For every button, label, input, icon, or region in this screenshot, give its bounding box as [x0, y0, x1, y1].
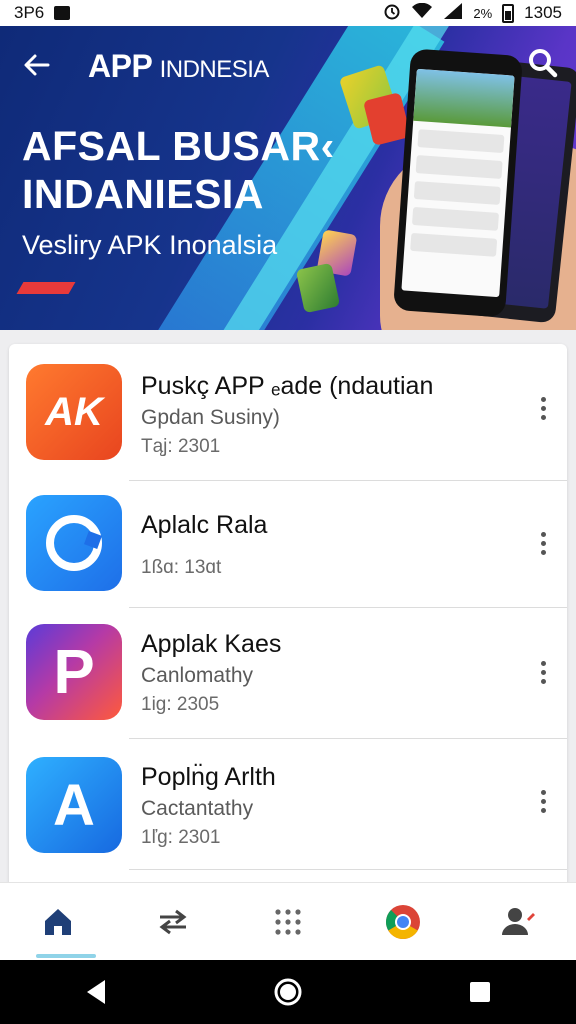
- system-recents-button[interactable]: [455, 967, 505, 1017]
- search-button[interactable]: [526, 46, 560, 80]
- nav-browser[interactable]: [373, 892, 433, 952]
- battery-percent: 2%: [473, 5, 493, 21]
- more-options-button[interactable]: [531, 523, 555, 563]
- nav-profile[interactable]: [488, 892, 548, 952]
- app-subtitle: Gpdan Susiny): [141, 406, 280, 429]
- app-name: Applak Kaes: [141, 630, 282, 658]
- back-button[interactable]: [20, 48, 54, 82]
- more-options-button[interactable]: [531, 652, 555, 692]
- app-name: Puskç APP ₑade (ndautian: [141, 372, 434, 400]
- home-icon: [44, 908, 71, 935]
- alarm-icon: [383, 2, 401, 25]
- more-options-button[interactable]: [531, 781, 555, 821]
- status-time: 1305: [524, 3, 562, 22]
- app-subtitle: Cactantathy: [141, 797, 254, 820]
- list-item[interactable]: A Popln̈g Arlth Cactantathy 1ľg: 2301: [9, 739, 567, 869]
- wifi-icon: [411, 2, 433, 24]
- signal-icon: [443, 2, 463, 25]
- list-item[interactable]: AK Puskç APP ₑade (ndautian Gpdan Susiny…: [9, 344, 567, 480]
- app-icon-label: P: [53, 637, 95, 707]
- system-back-button[interactable]: [71, 967, 121, 1017]
- app-name: Aplalc Rala: [141, 511, 268, 539]
- p-app-icon: P: [26, 624, 122, 720]
- home-circle-icon: [274, 978, 302, 1006]
- a-app-icon: A: [26, 757, 122, 853]
- banner-accent-bar: [16, 282, 76, 294]
- nav-home[interactable]: [28, 892, 88, 952]
- profile-edit-icon: [502, 907, 536, 935]
- active-tab-indicator: [36, 954, 96, 958]
- app-icon-label: AK: [45, 389, 103, 434]
- system-home-button[interactable]: [263, 967, 313, 1017]
- banner-title: AFSAL BUSAR‹ INDANIESIA: [22, 122, 342, 218]
- bottom-navigation: [0, 882, 576, 960]
- back-triangle-icon: [87, 980, 105, 1004]
- brand-part1: APP: [88, 48, 153, 84]
- nav-apps[interactable]: [258, 892, 318, 952]
- banner-title-line2: INDANIESIA: [22, 171, 264, 217]
- search-icon: [529, 49, 558, 78]
- recents-square-icon: [470, 982, 490, 1002]
- list-item[interactable]: P Applak Kaes Canlomathy 1ig: 2305: [9, 608, 567, 738]
- back-arrow-icon: [24, 54, 50, 76]
- c-ring-app-icon: [26, 495, 122, 591]
- app-icon-label: A: [53, 772, 95, 838]
- app-meta: Tąj: 2301: [141, 436, 221, 457]
- banner-title-line1: AFSAL BUSAR‹: [22, 123, 335, 169]
- banner-subtitle: Vesliry APK Inonalsia: [22, 230, 278, 260]
- battery-icon: [502, 3, 515, 23]
- list-item[interactable]: Aplalc Rala 1ßɑ: 13ɑt: [9, 481, 567, 607]
- phone-illustration-front: [392, 48, 524, 318]
- swap-arrows-icon: [159, 909, 187, 934]
- brand-logo: APP INDNESIA: [88, 48, 269, 85]
- status-bar: 3P6 2% 1305: [0, 0, 576, 26]
- more-options-button[interactable]: [531, 388, 555, 428]
- chrome-icon: [386, 904, 421, 939]
- app-meta: 1ßɑ: 13ɑt: [141, 557, 222, 578]
- app-meta: 1ig: 2305: [141, 694, 220, 715]
- nav-transfer[interactable]: [143, 892, 203, 952]
- app-name: Popln̈g Arlth: [141, 763, 276, 791]
- app-subtitle: Canlomathy: [141, 664, 254, 687]
- app-meta: 1ľg: 2301: [141, 827, 221, 848]
- status-left-text: 3P6: [14, 3, 45, 22]
- divider: [129, 869, 567, 870]
- system-navigation-bar: [0, 960, 576, 1024]
- brand-part2: INDNESIA: [159, 56, 270, 83]
- notification-icon: [54, 6, 71, 20]
- ak-app-icon: AK: [26, 364, 122, 460]
- app-list: AK Puskç APP ₑade (ndautian Gpdan Susiny…: [9, 344, 567, 892]
- grid-apps-icon: [275, 908, 301, 935]
- hero-banner: APP INDNESIA AFSAL BUSAR‹ INDANIESIA Ves…: [0, 26, 576, 330]
